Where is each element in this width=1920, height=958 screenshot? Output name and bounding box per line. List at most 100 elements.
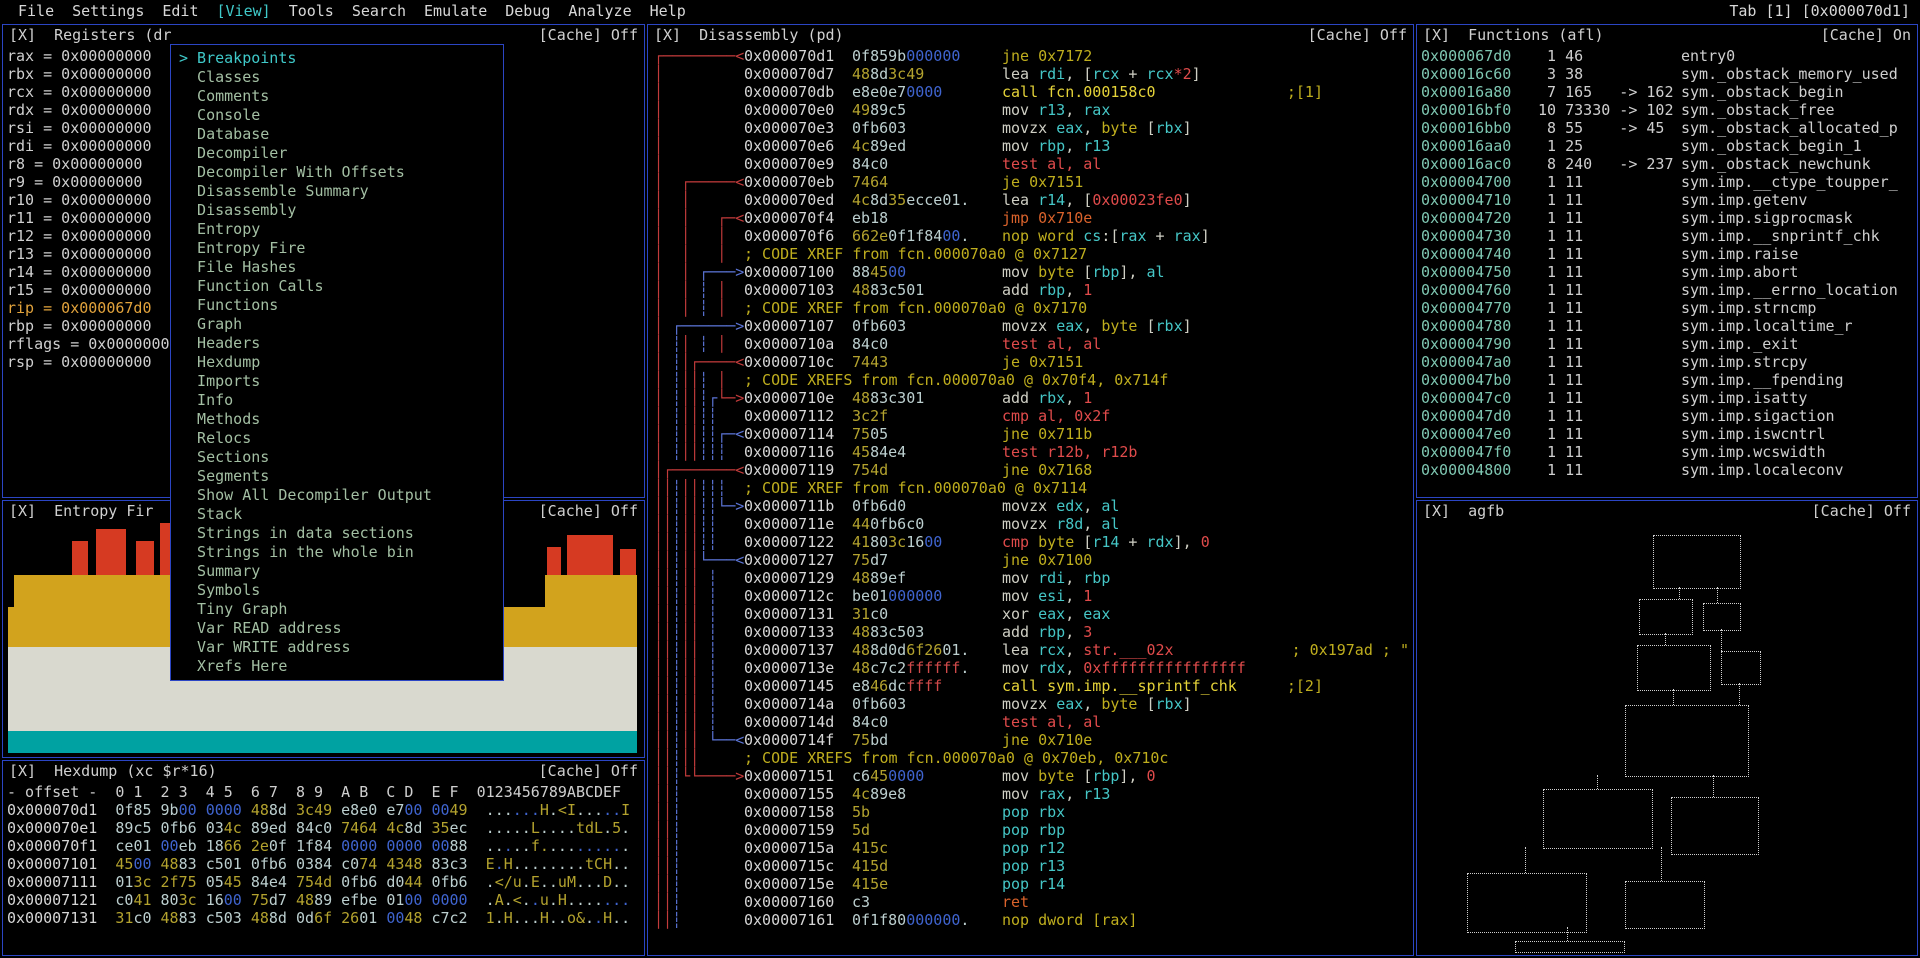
dropdown-item[interactable]: Show All Decompiler Output xyxy=(171,486,503,505)
dropdown-item[interactable]: > Breakpoints xyxy=(171,49,503,68)
function-row[interactable]: 0x00016bb0 8 55 -> 45sym._obstack_alloca… xyxy=(1421,119,1913,137)
hexdump-row[interactable]: 0x000070d1 0f85 9b00 0000 488d 3c49 e8e0… xyxy=(7,801,640,819)
functions-title-bar[interactable]: [X] Functions (afl) [Cache] On xyxy=(1417,25,1917,45)
agfb-title-bar[interactable]: [X] agfb [Cache] Off xyxy=(1417,501,1917,521)
dropdown-item[interactable]: Stack xyxy=(171,505,503,524)
disasm-row[interactable]: ││┆0x0000715a415cpop r12 xyxy=(654,839,1413,857)
dropdown-item[interactable]: Disassemble Summary xyxy=(171,182,503,201)
menu-item-search[interactable]: Search xyxy=(352,0,406,22)
disasm-row[interactable]: ││┆0x000071610f1f80000000.nop dword [rax… xyxy=(654,911,1413,929)
disasm-row[interactable]: │0x000070e64c89edmov rbp, r13 xyxy=(654,137,1413,155)
disasm-row[interactable]: │ ┆││┆ │; CODE XREFS from fcn.000070a0 @… xyxy=(654,371,1413,389)
disasm-row[interactable]: │0x000070e984c0test al, al xyxy=(654,155,1413,173)
dropdown-item[interactable]: File Hashes xyxy=(171,258,503,277)
disasm-row[interactable]: │0x000070dbe8e0e70000call fcn.000158c0;[… xyxy=(654,83,1413,101)
dropdown-item[interactable]: Relocs xyxy=(171,429,503,448)
disasm-row[interactable]: ││┆││ ┆0x0000712cbe01000000mov esi, 1 xyxy=(654,587,1413,605)
menu-item-help[interactable]: Help xyxy=(650,0,686,22)
disasm-row[interactable]: ││┆││ ┆0x000071294889efmov rdi, rbp xyxy=(654,569,1413,587)
menu-item-emulate[interactable]: Emulate xyxy=(424,0,487,22)
hexdump-row[interactable]: 0x000070f1 ce01 00eb 1866 2e0f 1f84 0000… xyxy=(7,837,640,855)
function-row[interactable]: 0x00016a80 7 165 -> 162sym._obstack_begi… xyxy=(1421,83,1913,101)
menu-item-tools[interactable]: Tools xyxy=(289,0,334,22)
dropdown-item[interactable]: Info xyxy=(171,391,503,410)
function-row[interactable]: 0x000047f0 1 11sym.imp.wcswidth xyxy=(1421,443,1913,461)
function-row[interactable]: 0x00004720 1 11sym.imp.sigprocmask xyxy=(1421,209,1913,227)
disasm-row[interactable]: ┌────────<0x000070d10f859b000000jne 0x71… xyxy=(654,47,1413,65)
disassembly-title-bar[interactable]: [X] Disassembly (pd) [Cache] Off xyxy=(648,25,1413,45)
disasm-row[interactable]: ││┆0x000071595dpop rbp xyxy=(654,821,1413,839)
disasm-row[interactable]: │ │ ┌─<0x000070f4eb18jmp 0x710e xyxy=(654,209,1413,227)
function-row[interactable]: 0x00004750 1 11sym.imp.abort xyxy=(1421,263,1913,281)
close-icon[interactable]: [X] xyxy=(1423,25,1450,45)
disasm-row[interactable]: ││┆0x000071585bpop rbx xyxy=(654,803,1413,821)
disasm-row[interactable]: │ ┆││┆┆┌─<0x000071147505jne 0x711b xyxy=(654,425,1413,443)
disasm-row[interactable]: ││┆││┆┆0x0000712241803c1600cmp byte [r14… xyxy=(654,533,1413,551)
dropdown-item[interactable]: Classes xyxy=(171,68,503,87)
dropdown-item[interactable]: Segments xyxy=(171,467,503,486)
function-row[interactable]: 0x000047a0 1 11sym.imp.strcpy xyxy=(1421,353,1913,371)
menu-item-file[interactable]: File xyxy=(18,0,54,22)
function-row[interactable]: 0x00016ac0 8 240 -> 237sym._obstack_newc… xyxy=(1421,155,1913,173)
disasm-row[interactable]: │┌───────<0x00007119754djne 0x7168 xyxy=(654,461,1413,479)
disasm-row[interactable]: │ │ │; CODE XREF from fcn.000070a0 @ 0x7… xyxy=(654,245,1413,263)
function-row[interactable]: 0x00004790 1 11sym.imp._exit xyxy=(1421,335,1913,353)
disasm-row[interactable]: │ │0x000070ed4c8d35ecce01.lea r14, [0x00… xyxy=(654,191,1413,209)
function-row[interactable]: 0x00004740 1 11sym.imp.raise xyxy=(1421,245,1913,263)
disasm-row[interactable]: ││┆0x00007160c3ret xyxy=(654,893,1413,911)
menu-item-edit[interactable]: Edit xyxy=(162,0,198,22)
dropdown-item[interactable]: Summary xyxy=(171,562,503,581)
disasm-row[interactable]: │ ┆│ ┆ │0x0000710a84c0test al, al xyxy=(654,335,1413,353)
hexdump-row[interactable]: 0x00007111 013c 2f75 0545 84e4 754d 0fb6… xyxy=(7,873,640,891)
function-row[interactable]: 0x00004710 1 11sym.imp.getenv xyxy=(1421,191,1913,209)
dropdown-item[interactable]: Headers xyxy=(171,334,503,353)
menu-item-analyze[interactable]: Analyze xyxy=(568,0,631,22)
function-row[interactable]: 0x00004800 1 11sym.imp.localeconv xyxy=(1421,461,1913,479)
disasm-row[interactable]: ││┆││└───<0x0000712775d7jne 0x7100 xyxy=(654,551,1413,569)
close-icon[interactable]: [X] xyxy=(1423,501,1450,521)
function-row[interactable]: 0x000047c0 1 11sym.imp.isatty xyxy=(1421,389,1913,407)
disasm-row[interactable]: ││┆││ ┆0x0000713131c0xor eax, eax xyxy=(654,605,1413,623)
disasm-row[interactable]: ││┆││┆┆0x0000711e440fb6c0movzx r8d, al xyxy=(654,515,1413,533)
function-row[interactable]: 0x000047b0 1 11sym.imp.__fpending xyxy=(1421,371,1913,389)
function-row[interactable]: 0x00004780 1 11sym.imp.localtime_r xyxy=(1421,317,1913,335)
disasm-row[interactable]: ││┆0x0000715e415epop r14 xyxy=(654,875,1413,893)
disasm-row[interactable]: ││┆0x0000715c415dpop r13 xyxy=(654,857,1413,875)
disasm-row[interactable]: │ ┆││┆┆┆0x000071164584e4test r12b, r12b xyxy=(654,443,1413,461)
dropdown-item[interactable]: Sections xyxy=(171,448,503,467)
dropdown-item[interactable]: Disassembly xyxy=(171,201,503,220)
disasm-row[interactable]: │ ┌─────<0x000070eb7464je 0x7151 xyxy=(654,173,1413,191)
disasm-row[interactable]: ││┆││; CODE XREFS from fcn.000070a0 @ 0x… xyxy=(654,749,1413,767)
dropdown-item[interactable]: Strings in data sections xyxy=(171,524,503,543)
disasm-row[interactable]: ││┆││ ┆0x0000714d84c0test al, al xyxy=(654,713,1413,731)
disasm-row[interactable]: │0x000070d7488d3c49lea rdi, [rcx + rcx*2… xyxy=(654,65,1413,83)
disasm-row[interactable]: ││┆││┆┆└─>0x0000711b0fb6d0movzx edx, al xyxy=(654,497,1413,515)
disasm-row[interactable]: ││┆││┆┆┆; CODE XREF from fcn.000070a0 @ … xyxy=(654,479,1413,497)
disasm-row[interactable]: │ ┆││┆┌└─>0x0000710e4883c301add rbx, 1 xyxy=(654,389,1413,407)
function-row[interactable]: 0x00004760 1 11sym.imp.__errno_location xyxy=(1421,281,1913,299)
dropdown-item[interactable]: Imports xyxy=(171,372,503,391)
function-row[interactable]: 0x00004770 1 11sym.imp.strncmp xyxy=(1421,299,1913,317)
dropdown-item[interactable]: Comments xyxy=(171,87,503,106)
hexdump-row[interactable]: 0x00007121 c041 803c 1600 75d7 4889 efbe… xyxy=(7,891,640,909)
function-row[interactable]: 0x00004700 1 11sym.imp.__ctype_toupper_ xyxy=(1421,173,1913,191)
disasm-row[interactable]: ││┆││ ┆0x000071334883c503add rbp, 3 xyxy=(654,623,1413,641)
hexdump-row[interactable]: 0x00007101 4500 4883 c501 0fb6 0384 c074… xyxy=(7,855,640,873)
function-row[interactable]: 0x000047d0 1 11sym.imp.sigaction xyxy=(1421,407,1913,425)
dropdown-item[interactable]: Database xyxy=(171,125,503,144)
menu-item-settings[interactable]: Settings xyxy=(72,0,144,22)
function-row[interactable]: 0x00016c60 3 38sym._obstack_memory_used xyxy=(1421,65,1913,83)
close-icon[interactable]: [X] xyxy=(9,761,36,781)
dropdown-item[interactable]: Var WRITE address xyxy=(171,638,503,657)
disasm-row[interactable]: ││┆││ ┆0x0000713e48c7c2ffffff.mov rdx, 0… xyxy=(654,659,1413,677)
dropdown-item[interactable]: Tiny Graph xyxy=(171,600,503,619)
close-icon[interactable]: [X] xyxy=(9,501,36,521)
disasm-row[interactable]: │0x000070e04989c5mov r13, rax xyxy=(654,101,1413,119)
dropdown-item[interactable]: Xrefs Here xyxy=(171,657,503,676)
dropdown-item[interactable]: Graph xyxy=(171,315,503,334)
dropdown-item[interactable]: Entropy Fire xyxy=(171,239,503,258)
function-row[interactable]: 0x000067d0 1 46entry0 xyxy=(1421,47,1913,65)
close-icon[interactable]: [X] xyxy=(654,25,681,45)
disasm-row[interactable]: ││┆││ ┆0x00007145e846dcffffcall sym.imp.… xyxy=(654,677,1413,695)
dropdown-item[interactable]: Methods xyxy=(171,410,503,429)
